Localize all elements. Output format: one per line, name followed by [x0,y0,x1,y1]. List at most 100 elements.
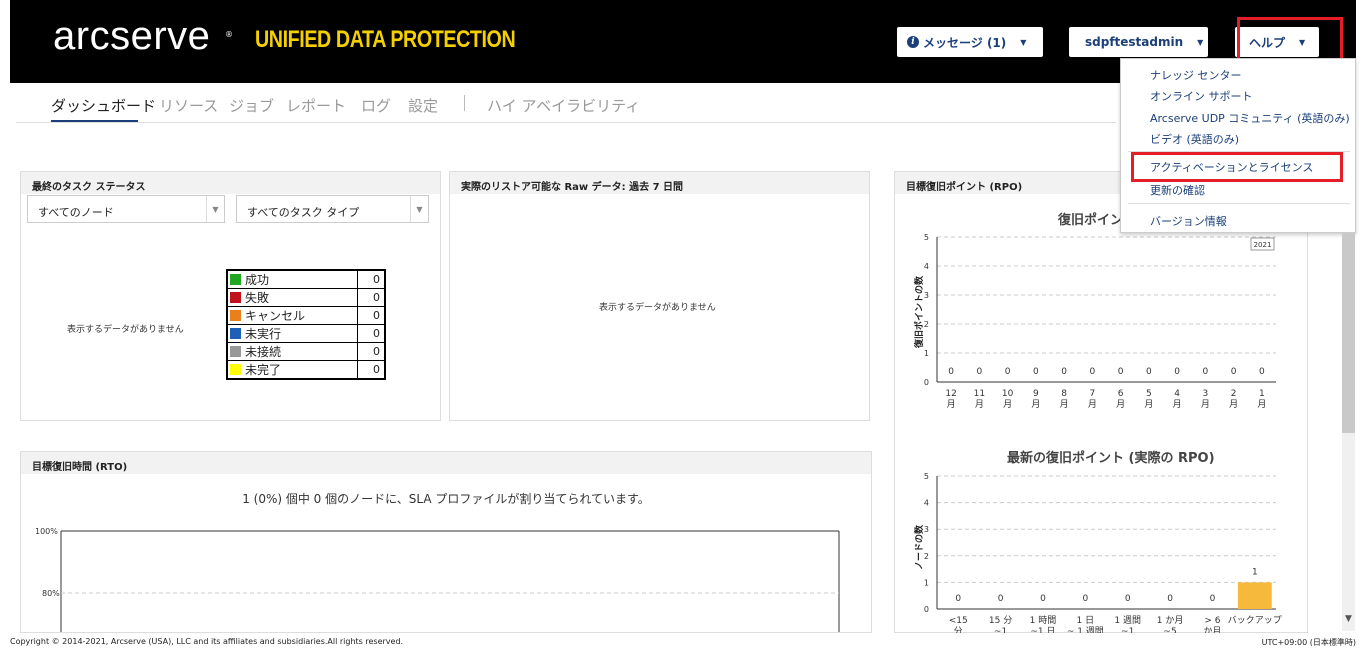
x-tick-label: バックアップ [1228,615,1282,626]
data-label: 0 [1061,367,1067,377]
y-tick-label: 2 [924,552,929,561]
menu-item-check-updates[interactable]: 更新の確認 [1150,182,1205,198]
nav-divider [464,95,465,111]
tab-jobs[interactable]: ジョブ [229,95,274,116]
tab-reports[interactable]: レポート [286,95,346,116]
x-tick-label: 15 分 [989,615,1012,626]
x-tick-label: 4 [1174,389,1180,399]
app-window: arcserve ® UNIFIED DATA PROTECTION i メッセ… [0,0,1366,652]
registered-mark: ® [225,30,233,39]
x-tick-label: 8 [1061,389,1067,399]
legend-row: 未実行 0 [226,324,386,343]
y-tick-label: 4 [924,499,929,508]
menu-item-video[interactable]: ビデオ (英語のみ) [1150,131,1239,147]
panel-title: 目標復旧時間 (RTO) [21,452,871,474]
legend-row: 成功 0 [226,269,386,289]
legend-label: 未接続 [245,345,282,359]
arcserve-logo: arcserve [53,14,211,58]
latest-recovery-point-chart: 0123450<15分015 分~101 時間~1 日01 日~ 1 週間01 … [924,472,1282,633]
y-tick-label: 3 [924,525,929,534]
data-label: 0 [1174,367,1180,377]
no-data-message: 表示するデータがありません [599,303,716,313]
help-dropdown-menu: ナレッジ センター オンライン サポート Arcserve UDP コミュニティ… [1120,58,1356,233]
menu-item-community[interactable]: Arcserve UDP コミュニティ (英語のみ) [1150,110,1350,126]
data-label: 0 [1203,367,1209,377]
task-status-panel: 最終のタスク ステータス すべてのノード ▼ すべてのタスク タイプ ▼ 表示す… [20,171,441,421]
chevron-down-icon: ▼ [410,196,428,222]
rto-panel: 目標復旧時間 (RTO) 1 (0%) 個中 0 個のノードに、SLA プロファ… [20,451,872,633]
legend-count: 0 [356,288,386,307]
activation-highlight-box [1131,152,1343,182]
legend-count: 0 [356,306,386,325]
x-tick-label: 月 [1144,399,1153,410]
chevron-down-icon: ▼ [1197,37,1204,47]
x-tick-label: 12 [945,389,956,399]
x-tick-label: 月 [1257,399,1266,410]
x-tick-label: ~ 1 週間 [1067,626,1104,633]
tab-resources[interactable]: リソース [159,95,218,116]
x-tick-label: 1 [1259,389,1265,399]
node-select[interactable]: すべてのノード ▼ [27,195,225,223]
tab-high-availability[interactable]: ハイ アベイラビリティ [487,95,640,116]
legend-label-cell: 未実行 [226,324,358,343]
rto-y-tick: 100% [35,527,58,536]
legend-label-cell: 未接続 [226,342,358,361]
legend-row: 未接続 0 [226,342,386,361]
data-label: 0 [1259,367,1265,377]
x-tick-label: 月 [947,399,956,410]
chart2-title: 最新の復旧ポイント (実際の RPO) [1007,451,1215,466]
data-label: 0 [1125,594,1131,604]
legend-label-cell: 失敗 [226,288,358,307]
x-tick-label: 月 [1201,399,1210,410]
tab-dashboard[interactable]: ダッシュボード [51,95,156,116]
chevron-down-icon: ▼ [206,196,224,222]
x-tick-label: 月 [1229,399,1238,410]
user-menu-button[interactable]: sdpftestadmin ▼ [1069,27,1208,57]
x-tick-label: 月 [1088,399,1097,410]
legend-count: 0 [356,360,386,380]
x-tick-label: 5 [1146,389,1152,399]
task-type-select-value: すべてのタスク タイプ [247,206,360,219]
menu-item-knowledge-center[interactable]: ナレッジ センター [1150,67,1242,83]
raw-data-panel: 実際のリストア可能な Raw データ: 過去 7 日間 表示するデータがありませ… [449,171,870,421]
y-tick-label: 5 [924,472,929,481]
messages-label: メッセージ (1) [923,35,1007,50]
messages-button[interactable]: i メッセージ (1) ▼ [897,27,1043,57]
year-badge-label: 2021 [1254,241,1272,249]
x-tick-label: 2 [1231,389,1237,399]
data-label: 0 [1040,594,1046,604]
y-tick-label: 0 [924,378,929,387]
bar [1237,582,1272,609]
tab-settings[interactable]: 設定 [408,95,438,116]
x-tick-label: 1 日 [1077,615,1095,626]
legend-row: キャンセル 0 [226,306,386,325]
panel-title: 最終のタスク ステータス [21,172,440,194]
node-select-value: すべてのノード [38,206,114,219]
data-label: 0 [1118,367,1124,377]
data-label: 1 [1252,567,1258,577]
x-tick-label: 月 [1031,399,1040,410]
legend-label-cell: 成功 [226,269,358,289]
x-tick-label: ~1 日 [1030,626,1055,633]
legend-count: 0 [356,324,386,343]
y-tick-label: 2 [924,320,929,329]
x-tick-label: 10 [1002,389,1014,399]
data-label: 0 [1167,594,1173,604]
y-tick-label: 0 [924,605,929,614]
legend-label-cell: キャンセル [226,306,358,325]
x-tick-label: > 6 [1204,616,1220,626]
data-label: 0 [948,367,954,377]
x-tick-label: 分 [954,626,963,633]
task-type-select[interactable]: すべてのタスク タイプ ▼ [236,195,429,223]
x-tick-label: 9 [1033,389,1039,399]
menu-item-version-info[interactable]: バージョン情報 [1150,213,1227,229]
y-tick-label: 1 [924,578,929,587]
timezone-text: UTC+09:00 (日本標準時) [1261,638,1356,647]
menu-item-online-support[interactable]: オンライン サポート [1150,88,1253,104]
scrollbar-thumb[interactable] [1342,233,1355,433]
x-tick-label: 月 [1173,399,1182,410]
tab-logs[interactable]: ログ [361,95,391,116]
x-tick-label: 11 [974,389,985,399]
data-label: 0 [1090,367,1096,377]
scroll-down-icon[interactable]: ▼ [1342,614,1355,628]
